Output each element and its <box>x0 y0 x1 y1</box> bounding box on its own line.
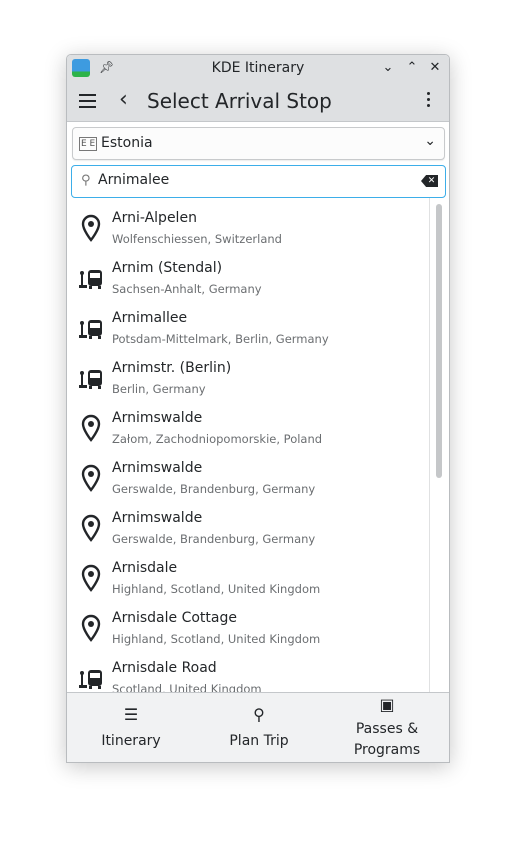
stop-name: Arnimallee <box>112 310 188 326</box>
stop-name: Arnim (Stendal) <box>112 260 223 276</box>
app-window: 📌︎ KDE Itinerary ⌄ ⌃ ✕ ‹ Select Arrival … <box>66 54 450 763</box>
bus-stop-icon <box>79 264 103 292</box>
stop-location: Wolfenschiessen, Switzerland <box>112 232 282 246</box>
itinerary-list-icon: ☰ <box>123 705 139 724</box>
stop-location: Scotland, United Kingdom <box>112 682 262 692</box>
location-pin-icon <box>79 214 103 242</box>
stop-name: Arnisdale <box>112 560 178 576</box>
map-icon: E E <box>79 137 98 151</box>
maximize-button[interactable]: ⌃ <box>403 59 421 77</box>
search-icon: ⚲ <box>81 173 91 188</box>
stop-location: Sachsen-Anhalt, Germany <box>112 282 262 296</box>
location-pin-icon <box>79 464 103 492</box>
wallet-icon: ▣ <box>379 695 395 714</box>
stop-name: Arnimswalde <box>112 410 203 426</box>
country-value: Estonia <box>101 135 153 151</box>
list-item[interactable]: Arnimswalde Gerswalde, Brandenburg, Germ… <box>67 504 429 554</box>
stop-name: Arni-Alpelen <box>112 210 197 226</box>
stop-name: Arnimswalde <box>112 510 203 526</box>
tab-passes-programs[interactable]: ▣ Passes & Programs <box>323 693 449 762</box>
results-list: Arni-Alpelen Wolfenschiessen, Switzerlan… <box>67 204 429 692</box>
stop-location: Gerswalde, Brandenburg, Germany <box>112 482 316 496</box>
minimize-button[interactable]: ⌄ <box>379 59 397 77</box>
overflow-menu-icon[interactable] <box>427 92 431 110</box>
scrollbar[interactable] <box>429 198 449 692</box>
tab-itinerary[interactable]: ☰ Itinerary <box>67 693 195 762</box>
stop-location: Berlin, Germany <box>112 382 206 396</box>
list-item[interactable]: Arnisdale Cottage Highland, Scotland, Un… <box>67 604 429 654</box>
close-button[interactable]: ✕ <box>426 59 444 77</box>
search-icon: ⚲ <box>253 705 265 724</box>
page-title: Select Arrival Stop <box>147 89 332 113</box>
stop-location: Highland, Scotland, United Kingdom <box>112 632 321 646</box>
search-field[interactable]: ⚲ ✕ <box>71 165 446 198</box>
title-bar: 📌︎ KDE Itinerary ⌄ ⌃ ✕ <box>67 55 449 81</box>
location-pin-icon <box>79 564 103 592</box>
stop-location: Potsdam-Mittelmark, Berlin, Germany <box>112 332 329 346</box>
tab-label: Plan Trip <box>229 733 289 749</box>
list-item[interactable]: Arni-Alpelen Wolfenschiessen, Switzerlan… <box>67 204 429 254</box>
list-item[interactable]: Arnimswalde Gerswalde, Brandenburg, Germ… <box>67 454 429 504</box>
stop-location: Highland, Scotland, United Kingdom <box>112 582 321 596</box>
bus-stop-icon <box>79 364 103 392</box>
chevron-down-icon: ⌄ <box>424 133 436 149</box>
list-item[interactable]: Arnimswalde Załom, Zachodniopomorskie, P… <box>67 404 429 454</box>
stop-name: Arnimswalde <box>112 460 203 476</box>
location-pin-icon <box>79 414 103 442</box>
clear-icon[interactable]: ✕ <box>421 175 438 187</box>
hamburger-menu-icon[interactable] <box>79 94 96 112</box>
stop-name: Arnimstr. (Berlin) <box>112 360 232 376</box>
stop-location: Gerswalde, Brandenburg, Germany <box>112 532 316 546</box>
list-item[interactable]: Arnisdale Road Scotland, United Kingdom <box>67 654 429 692</box>
search-input[interactable] <box>98 172 398 188</box>
stop-location: Załom, Zachodniopomorskie, Poland <box>112 432 323 446</box>
back-button[interactable]: ‹ <box>119 87 128 112</box>
list-item[interactable]: Arnimstr. (Berlin) Berlin, Germany <box>67 354 429 404</box>
country-select[interactable]: E E Estonia ⌄ <box>72 127 445 160</box>
stop-name: Arnisdale Cottage <box>112 610 237 626</box>
tab-label: Passes & Programs <box>353 721 421 758</box>
list-item[interactable]: Arnisdale Highland, Scotland, United Kin… <box>67 554 429 604</box>
location-pin-icon <box>79 514 103 542</box>
header-toolbar: ‹ Select Arrival Stop <box>67 81 449 122</box>
bus-stop-icon <box>79 664 103 692</box>
tab-plan-trip[interactable]: ⚲ Plan Trip <box>195 693 323 762</box>
scrollbar-thumb[interactable] <box>436 204 442 478</box>
bus-stop-icon <box>79 314 103 342</box>
app-icon[interactable] <box>72 59 90 77</box>
location-pin-icon <box>79 614 103 642</box>
bottom-nav: ☰ Itinerary ⚲ Plan Trip ▣ Passes & Progr… <box>67 692 449 762</box>
list-item[interactable]: Arnim (Stendal) Sachsen-Anhalt, Germany <box>67 254 429 304</box>
list-item[interactable]: Arnimallee Potsdam-Mittelmark, Berlin, G… <box>67 304 429 354</box>
tab-label: Itinerary <box>101 733 161 749</box>
stop-name: Arnisdale Road <box>112 660 217 676</box>
pin-icon[interactable]: 📌︎ <box>99 60 114 74</box>
